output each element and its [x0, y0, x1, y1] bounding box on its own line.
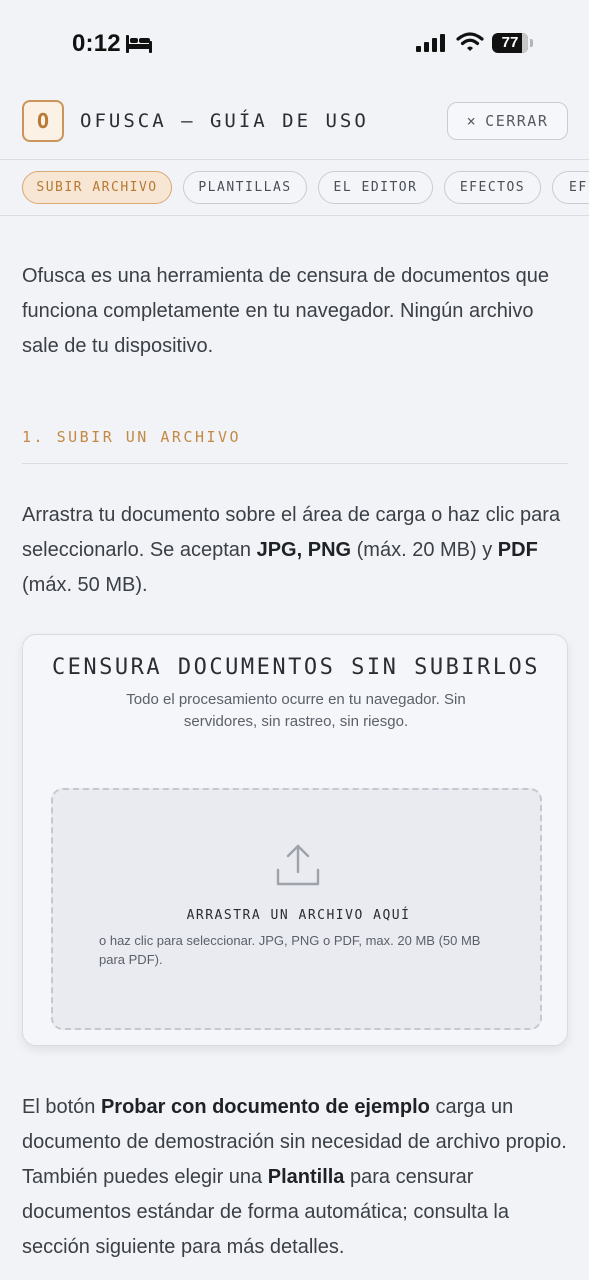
tab-efectos-more[interactable]: EF — [552, 171, 589, 204]
page-title: OFUSCA — GUÍA DE USO — [80, 110, 369, 132]
card-title: CENSURA DOCUMENTOS SIN SUBIRLOS — [51, 655, 541, 680]
upload-card: CENSURA DOCUMENTOS SIN SUBIRLOS Todo el … — [22, 634, 568, 1046]
battery-level: 77 — [501, 34, 519, 51]
close-button-label: CERRAR — [485, 112, 549, 130]
upload-text-e: (máx. 50 MB). — [22, 574, 148, 596]
template-mention: Plantilla — [267, 1166, 345, 1188]
tab-subir-archivo[interactable]: SUBIR ARCHIVO — [22, 171, 172, 204]
example-button-mention: Probar con documento de ejemplo — [100, 1096, 430, 1118]
file-dropzone[interactable]: ARRASTRA UN ARCHIVO AQUÍ o haz clic para… — [51, 788, 542, 1030]
upload-text-c: (máx. 20 MB) y — [351, 539, 498, 561]
section-heading: 1. SUBIR UN ARCHIVO — [22, 428, 568, 464]
intro-paragraph: Ofusca es una herramienta de censura de … — [22, 265, 549, 357]
signal-icon — [416, 34, 446, 57]
app-header: O OFUSCA — GUÍA DE USO × CERRAR — [0, 82, 589, 160]
upload-format-pdf: PDF — [497, 539, 538, 561]
status-bar: 0:12 77 — [0, 0, 589, 80]
bed-icon — [126, 35, 152, 58]
card-subtitle: Todo el procesamiento ocurre en tu naveg… — [126, 691, 466, 730]
close-icon: × — [466, 112, 478, 130]
example-text-a: El botón — [22, 1096, 101, 1118]
upload-instructions: Arrastra tu documento sobre el área de c… — [22, 498, 568, 603]
battery-cap — [530, 39, 533, 47]
example-paragraph: El botón Probar con documento de ejemplo… — [22, 1090, 568, 1265]
dropzone-title: ARRASTRA UN ARCHIVO AQUÍ — [186, 908, 411, 923]
upload-icon — [275, 842, 321, 893]
battery-icon: 77 — [492, 33, 528, 53]
wifi-icon — [456, 32, 484, 57]
upload-formats-images: JPG, PNG — [256, 539, 352, 561]
tab-efectos[interactable]: EFECTOS — [444, 171, 541, 204]
section-tabs: SUBIR ARCHIVO PLANTILLAS EL EDITOR EFECT… — [0, 160, 589, 216]
status-time: 0:12 — [72, 30, 121, 57]
tab-plantillas[interactable]: PLANTILLAS — [183, 171, 307, 204]
app-logo: O — [22, 100, 64, 142]
dropzone-subtitle: o haz clic para seleccionar. JPG, PNG o … — [99, 933, 481, 967]
close-button[interactable]: × CERRAR — [447, 102, 568, 140]
tab-el-editor[interactable]: EL EDITOR — [318, 171, 433, 204]
